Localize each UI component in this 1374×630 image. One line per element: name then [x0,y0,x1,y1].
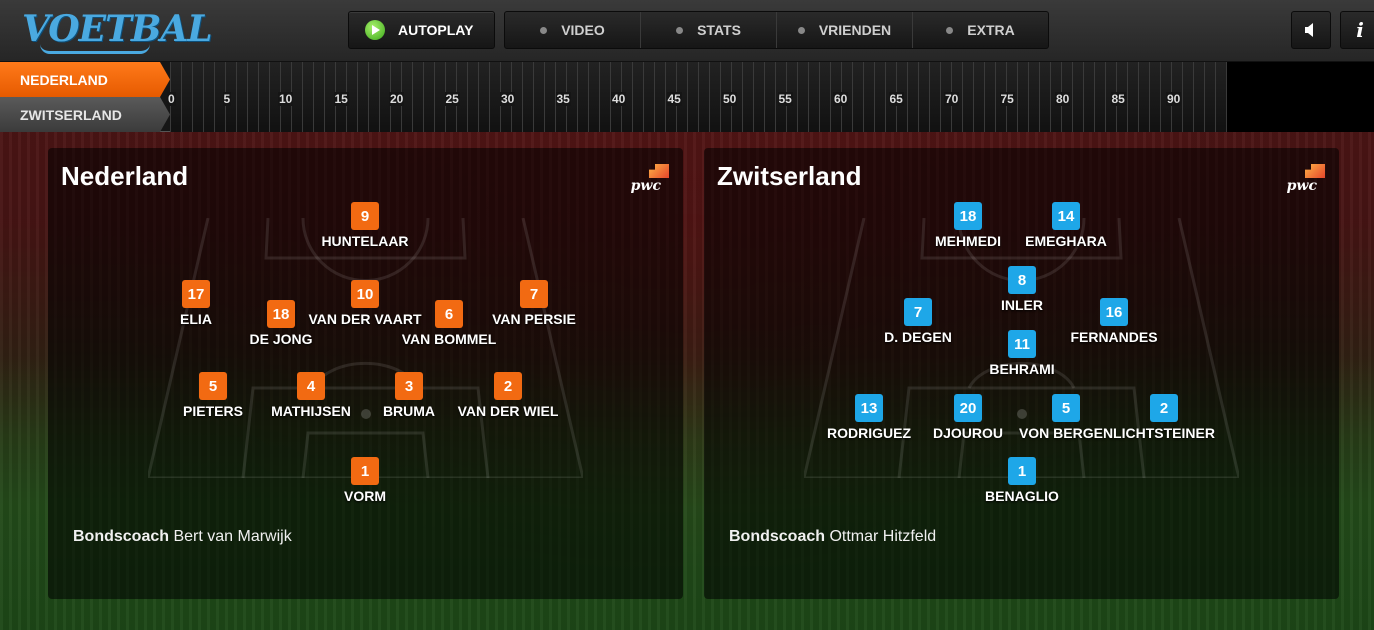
coach-name: Bert van Marwijk [173,528,292,545]
shirt-number: 7 [520,280,548,308]
pwc-mark [649,164,669,178]
nav-video[interactable]: VIDEO [505,12,641,48]
match-timeline: NEDERLAND ZWITSERLAND 0 5 10 15 20 25 30 35 40 45… [0,62,1374,132]
play-icon [365,20,385,40]
lineup-panel-zwitserland: Zwitserland pwc 18 MEHMEDI 14 EMEGHARA 8 INLE… [704,148,1339,599]
shirt-number: 1 [351,457,379,485]
shirt-number: 1 [1008,457,1036,485]
timeline-tick: 25 [444,92,460,106]
timeline-tick: 50 [722,92,738,106]
shirt-number: 18 [954,202,982,230]
nav-vrienden[interactable]: VRIENDEN [777,12,913,48]
player-name: VAN BOMMEL [401,331,497,347]
timeline-team-zwitserland[interactable]: ZWITSERLAND [0,97,170,132]
shirt-number: 5 [199,372,227,400]
timeline-team-nederland[interactable]: NEDERLAND [0,62,170,97]
shirt-number: 14 [1052,202,1080,230]
nav-stats[interactable]: STATS [641,12,777,48]
nav-video-label: VIDEO [561,22,605,38]
player-name: DE JONG [249,331,313,347]
coach-name: Ottmar Hitzfeld [829,528,937,545]
timeline-tick: 0 [167,92,176,106]
shirt-number: 3 [395,372,423,400]
player-name: HUNTELAAR [321,233,409,249]
coach-info: Bondscoach Bert van Marwijk [73,528,292,546]
pwc-logo: pwc [627,162,671,196]
timeline-end [1227,62,1374,132]
shirt-number: 2 [494,372,522,400]
coach-label: Bondscoach [73,528,170,545]
shirt-number: 8 [1008,266,1036,294]
shirt-number: 16 [1100,298,1128,326]
timeline-tick: 10 [278,92,294,106]
timeline-tick: 30 [500,92,516,106]
info-button[interactable]: i [1340,11,1374,49]
player-name: BEHRAMI [989,361,1055,377]
timeline-tick: 40 [611,92,627,106]
player-name: BENAGLIO [985,488,1059,504]
timeline-tick: 55 [777,92,793,106]
player-name: D. DEGEN [884,329,952,345]
shirt-number: 20 [954,394,982,422]
top-bar: VOETBAL AUTOPLAY VIDEO STATS VRIENDEN EX… [0,0,1374,62]
pwc-mark [1305,164,1325,178]
nav-stats-label: STATS [697,22,741,38]
player-name: VAN PERSIE [492,311,576,327]
team-name: Nederland [61,161,189,191]
bullet-icon [946,26,954,34]
shirt-number: 11 [1008,330,1036,358]
timeline-track[interactable]: 0 5 10 15 20 25 30 35 40 45 50 55 60 65 70 75 80 85 90 [167,62,1227,132]
team-name: Zwitserland [717,161,862,191]
bullet-icon [797,26,805,34]
timeline-tick: 80 [1055,92,1071,106]
coach-info: Bondscoach Ottmar Hitzfeld [729,528,936,546]
player-name: VAN DER VAART [308,311,422,327]
timeline-tick: 65 [888,92,904,106]
lineup-panel-nederland: Nederland pwc 9 HUNTELAAR 17 ELIA 18 DE JONG 1… [48,148,683,599]
player-name: EMEGHARA [1025,233,1107,249]
shirt-number: 13 [855,394,883,422]
info-icon: i [1356,18,1364,42]
player-name: FERNANDES [1070,329,1158,345]
timeline-tick: 85 [1110,92,1126,106]
timeline-tick: 20 [389,92,405,106]
player-name: LICHTSTEINER [1113,425,1215,441]
timeline-tick: 90 [1166,92,1182,106]
timeline-tick: 15 [333,92,349,106]
shirt-number: 9 [351,202,379,230]
pitch-lines [148,218,583,478]
shirt-number: 17 [182,280,210,308]
autoplay-button[interactable]: AUTOPLAY [348,11,495,49]
shirt-number: 4 [297,372,325,400]
bullet-icon [676,26,684,34]
nav-extra-label: EXTRA [967,22,1015,38]
sound-button[interactable] [1291,11,1331,49]
player-name: INLER [1001,297,1043,313]
timeline-tick: 45 [666,92,682,106]
pwc-text: pwc [1286,178,1317,194]
shirt-number: 7 [904,298,932,326]
main-nav: VIDEO STATS VRIENDEN EXTRA [504,11,1049,49]
nav-vrienden-label: VRIENDEN [818,22,892,38]
shirt-number: 5 [1052,394,1080,422]
player-name: VORM [344,488,386,504]
logo-swoosh [40,44,150,54]
autoplay-label: AUTOPLAY [398,22,474,38]
nav-extra[interactable]: EXTRA [913,12,1048,48]
bullet-icon [540,26,548,34]
timeline-tick: 5 [222,92,232,106]
coach-label: Bondscoach [729,528,826,545]
player-name: VAN DER WIEL [457,403,559,419]
timeline-tick: 35 [555,92,571,106]
pwc-logo: pwc [1283,162,1327,196]
speaker-icon [1305,23,1313,37]
timeline-tick: 75 [999,92,1015,106]
timeline-tick: 60 [833,92,849,106]
timeline-tick: 70 [944,92,960,106]
pwc-text: pwc [630,178,661,194]
shirt-number: 2 [1150,394,1178,422]
player-name: ELIA [180,311,212,327]
shirt-number: 10 [351,280,379,308]
